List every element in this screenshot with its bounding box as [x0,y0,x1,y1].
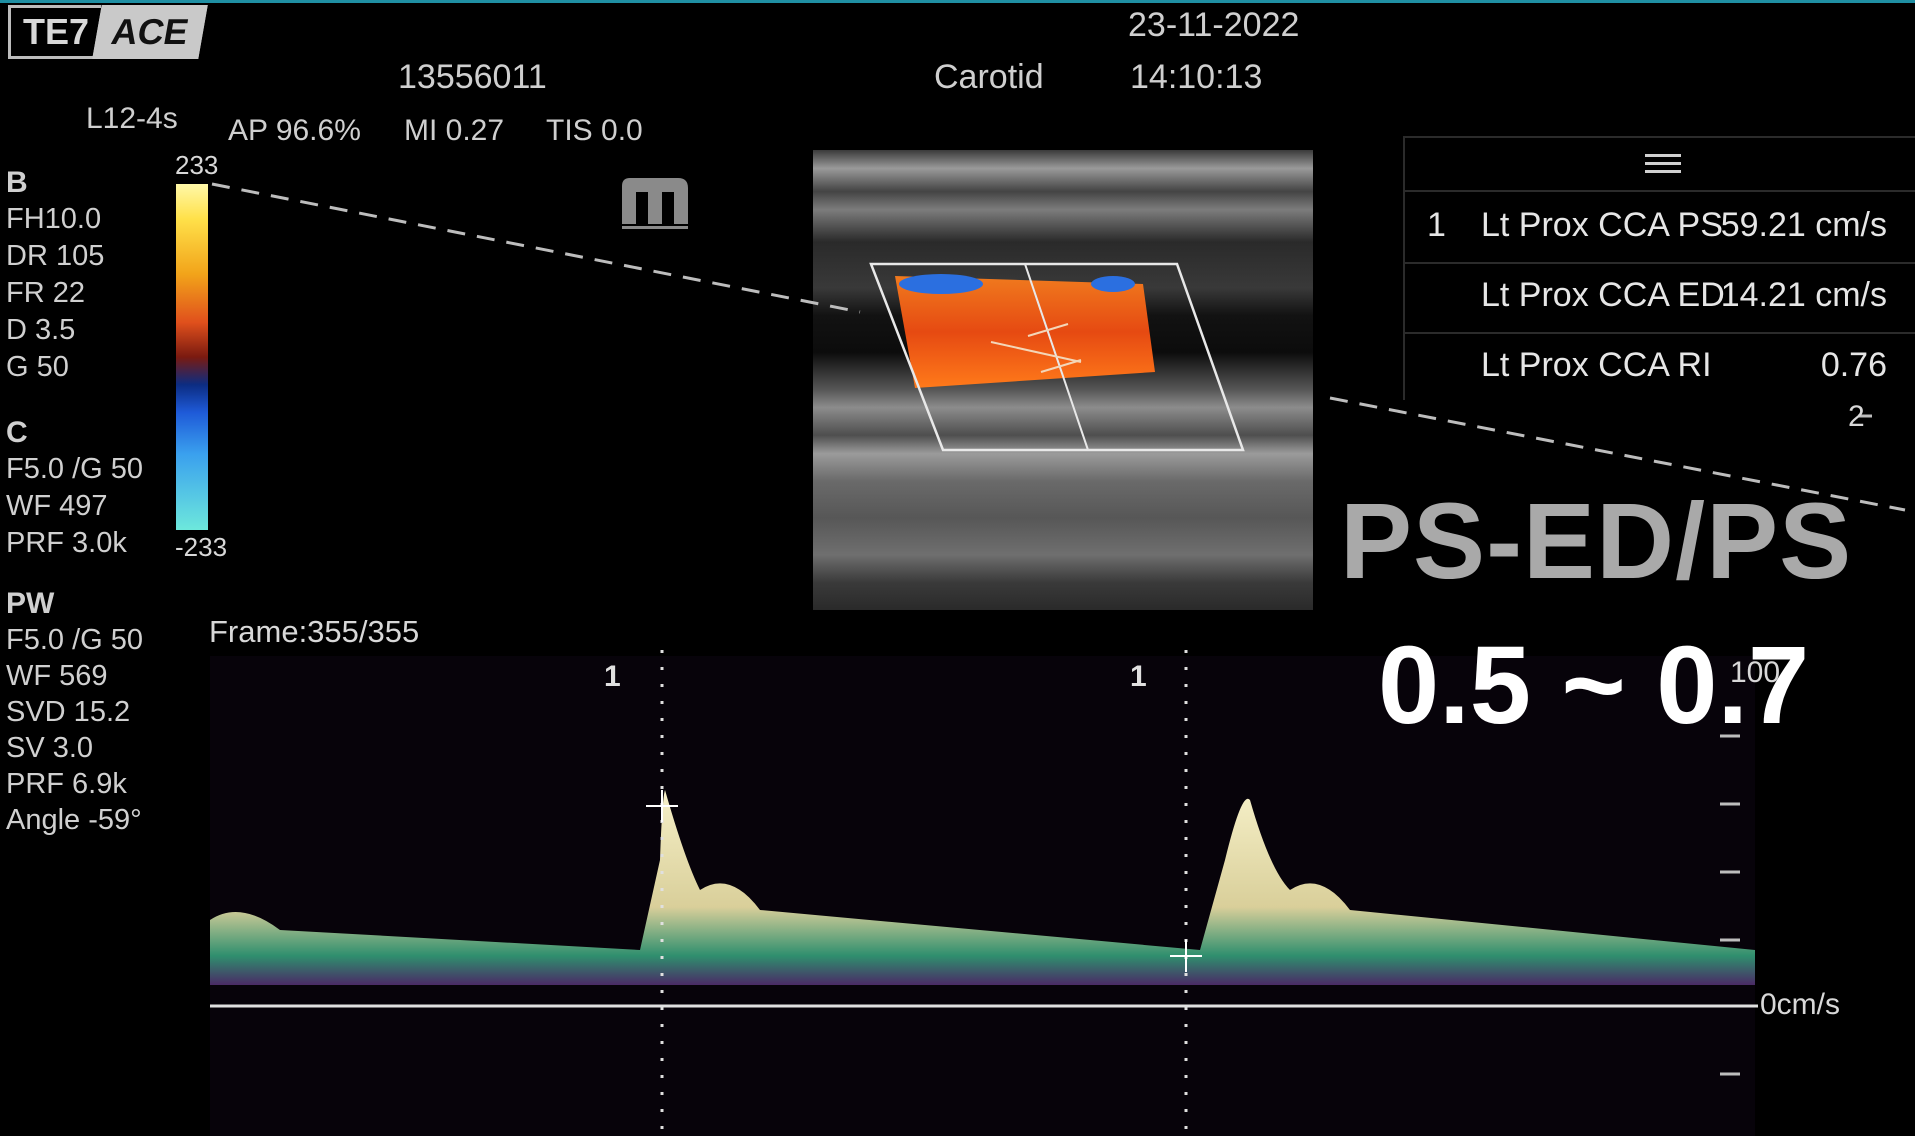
ri-normal-range-overlay: 0.5 ~ 0.7 [1378,624,1810,747]
leader-line [211,182,861,314]
depth-scale-label: 2 [1848,400,1865,433]
ri-formula-overlay: PS-ED/PS [1340,480,1853,601]
baseline-label: 0cm/s [1760,988,1841,1021]
frame-counter: Frame:355/355 [209,614,420,649]
cycle-marker-label: 1 [604,660,621,693]
cycle-marker-label: 1 [1130,660,1147,693]
